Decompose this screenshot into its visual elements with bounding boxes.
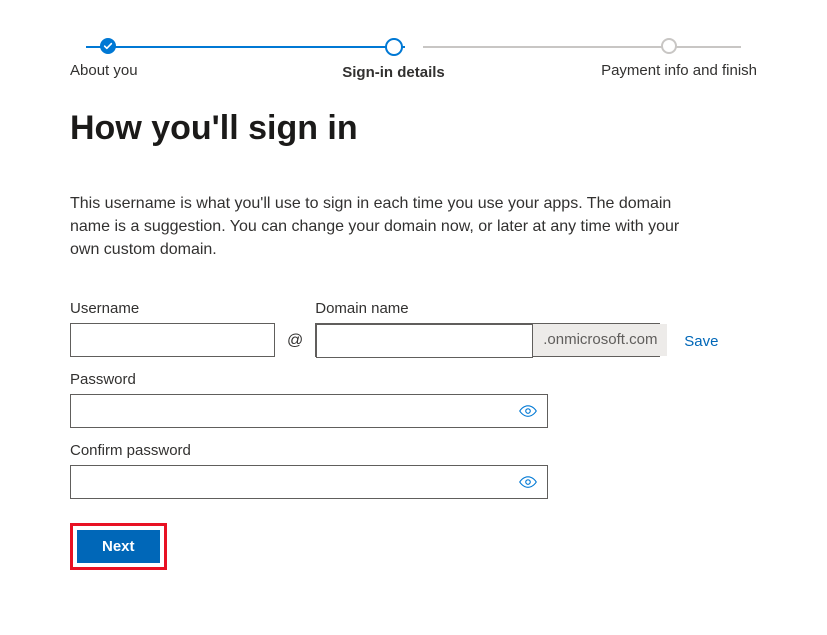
toggle-confirm-password-visibility[interactable] bbox=[509, 466, 547, 498]
username-input[interactable] bbox=[70, 323, 275, 357]
step-label: Payment info and finish bbox=[601, 62, 757, 79]
domain-suffix: .onmicrosoft.com bbox=[533, 324, 667, 356]
page-description: This username is what you'll use to sign… bbox=[70, 192, 710, 262]
password-input[interactable] bbox=[71, 395, 509, 427]
progress-stepper: About you Sign-in details Payment info a… bbox=[0, 0, 827, 81]
check-icon bbox=[100, 38, 116, 54]
step-sign-in-details: Sign-in details bbox=[210, 38, 577, 81]
username-label: Username bbox=[70, 300, 275, 317]
page-title: How you'll sign in bbox=[70, 109, 757, 148]
domain-label: Domain name bbox=[315, 300, 660, 317]
circle-icon bbox=[661, 38, 677, 54]
username-domain-row: Username @ Domain name .onmicrosoft.com … bbox=[70, 300, 757, 357]
confirm-password-field-group: Confirm password bbox=[70, 442, 548, 499]
at-symbol: @ bbox=[287, 332, 303, 357]
save-link[interactable]: Save bbox=[684, 333, 718, 357]
confirm-password-label: Confirm password bbox=[70, 442, 548, 459]
next-button-highlight: Next bbox=[70, 523, 167, 570]
toggle-password-visibility[interactable] bbox=[509, 395, 547, 427]
step-payment-info: Payment info and finish bbox=[577, 38, 757, 79]
next-button[interactable]: Next bbox=[77, 530, 160, 563]
domain-field-group: Domain name .onmicrosoft.com bbox=[315, 300, 660, 357]
eye-icon bbox=[519, 473, 537, 491]
step-about-you: About you bbox=[70, 38, 210, 79]
step-label: Sign-in details bbox=[342, 64, 445, 81]
step-label: About you bbox=[70, 62, 138, 79]
username-field-group: Username bbox=[70, 300, 275, 357]
circle-icon bbox=[385, 38, 403, 56]
domain-input[interactable] bbox=[316, 324, 533, 358]
eye-icon bbox=[519, 402, 537, 420]
password-field-group: Password bbox=[70, 371, 548, 428]
confirm-password-input[interactable] bbox=[71, 466, 509, 498]
password-label: Password bbox=[70, 371, 548, 388]
